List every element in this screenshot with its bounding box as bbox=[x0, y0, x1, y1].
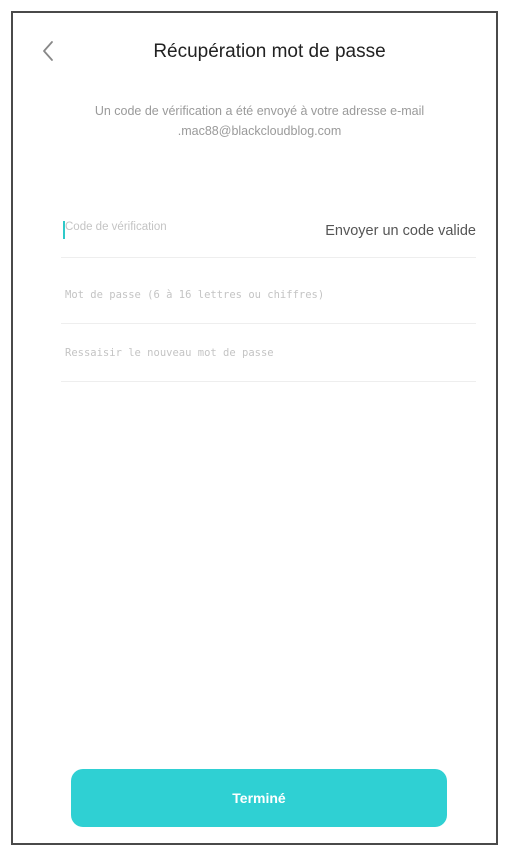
confirm-password-input[interactable] bbox=[65, 347, 465, 359]
phone-screen: Récupération mot de passe Un code de vér… bbox=[11, 11, 498, 845]
done-button[interactable]: Terminé bbox=[71, 769, 447, 827]
chevron-left-icon bbox=[43, 41, 53, 61]
new-password-input[interactable] bbox=[65, 289, 465, 301]
new-password-row bbox=[61, 275, 476, 324]
send-code-button[interactable]: Envoyer un code valide bbox=[325, 223, 476, 239]
header: Récupération mot de passe bbox=[13, 31, 496, 75]
verification-code-input[interactable] bbox=[65, 221, 255, 233]
back-button[interactable] bbox=[35, 37, 63, 65]
page-title: Récupération mot de passe bbox=[153, 41, 386, 62]
verification-code-row: Envoyer un code valide bbox=[61, 205, 476, 258]
confirm-password-row bbox=[61, 333, 476, 382]
verification-info-text: Un code de vérification a été envoyé à v… bbox=[94, 104, 425, 138]
